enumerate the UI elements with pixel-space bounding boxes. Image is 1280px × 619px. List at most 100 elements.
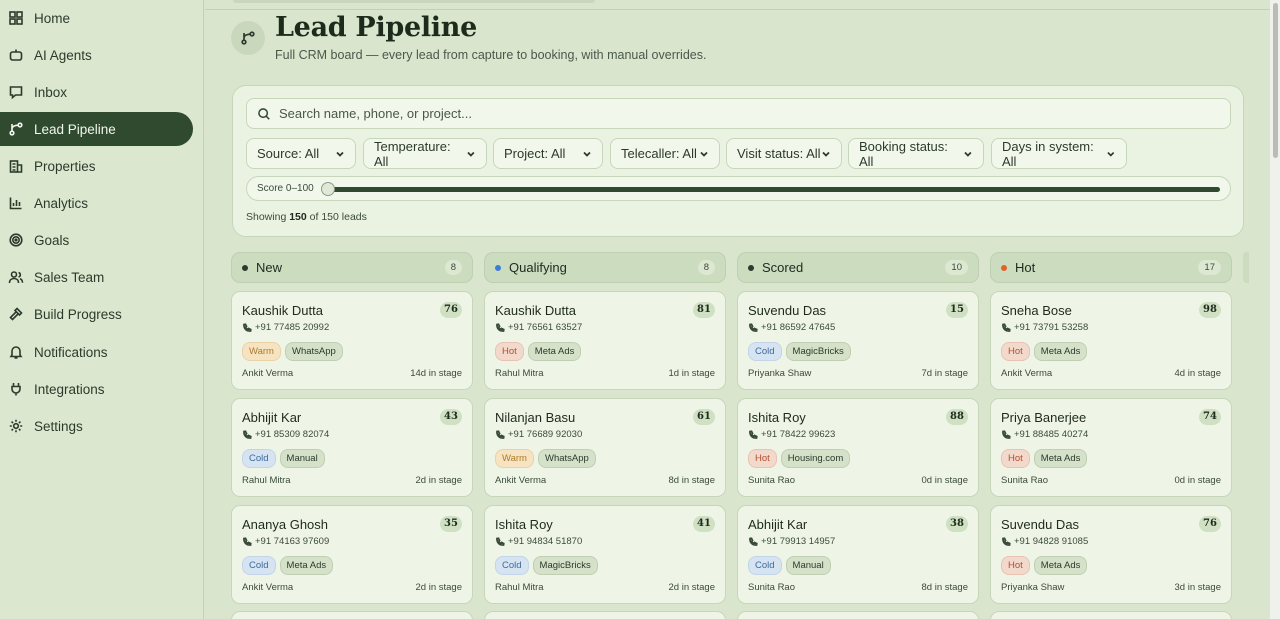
lead-card[interactable]: Abhijit Kar 38 +91 79913 14957 Cold Manual Su… [737,505,979,604]
phone-icon [1002,429,1011,439]
temperature-tag: Hot [1001,449,1030,468]
lead-score-badge: 76 [440,302,462,318]
sidebar-item-label: AI Agents [34,47,92,63]
pipeline-icon [231,21,265,55]
temperature-tag: Cold [242,449,276,468]
lead-card-partial[interactable] [484,611,726,619]
lead-card-partial[interactable] [990,611,1232,619]
search-input[interactable] [279,106,1179,121]
filter-panel: Source: All Temperature: All Project: All T… [232,85,1244,237]
lead-card[interactable]: Suvendu Das 15 +91 86592 47645 Cold MagicBri… [737,291,979,390]
sidebar-item-goals[interactable]: Goals [0,223,193,257]
column-status-dot [1001,264,1007,271]
lead-tags: Warm WhatsApp [495,449,596,468]
lead-tags: Cold MagicBricks [748,342,851,361]
lead-tags: Hot Meta Ads [495,342,582,361]
scrollbar[interactable] [1270,0,1280,619]
search-box[interactable] [246,98,1231,129]
phone-icon [496,429,505,439]
phone-icon [496,536,505,546]
temperature-tag: Cold [748,556,782,575]
lead-card[interactable]: Ishita Roy 88 +91 78422 99623 Hot Housing.co… [737,398,979,497]
hammer-icon [9,307,23,321]
lead-phone-number: +91 73791 53258 [1014,322,1089,333]
lead-tags: Hot Meta Ads [1001,342,1088,361]
lead-score-badge: 61 [693,409,715,425]
column-status-dot [242,264,248,271]
phone-icon [1002,322,1011,332]
lead-phone-number: +91 76689 92030 [508,429,583,440]
lead-card[interactable]: Kaushik Dutta 76 +91 77485 20992 Warm WhatsA… [231,291,473,390]
lead-card[interactable]: Suvendu Das 76 +91 94828 91085 Hot Meta Ads P… [990,505,1232,604]
lead-name: Sneha Bose [1001,303,1072,318]
sidebar-item-properties[interactable]: Properties [0,149,193,183]
sidebar-item-sales-team[interactable]: Sales Team [0,260,193,294]
lead-card[interactable]: Abhijit Kar 43 +91 85309 82074 Cold Manual Ra… [231,398,473,497]
filter-dropdown[interactable]: Booking status: All [848,138,984,169]
lead-card[interactable]: Sneha Bose 98 +91 73791 53258 Hot Meta Ads An… [990,291,1232,390]
lead-card-partial[interactable] [231,611,473,619]
lead-score-badge: 15 [946,302,968,318]
phone-icon [749,322,758,332]
search-icon [258,107,270,120]
lead-score-badge: 35 [440,516,462,532]
lead-phone-number: +91 74163 97609 [255,536,330,547]
showing-prefix: Showing [246,211,287,223]
sidebar-item-label: Sales Team [34,269,105,285]
sidebar-item-notifications[interactable]: Notifications [0,335,193,369]
filter-dropdown[interactable]: Project: All [493,138,603,169]
filter-dropdown[interactable]: Temperature: All [363,138,487,169]
sidebar-item-integrations[interactable]: Integrations [0,372,193,406]
home-icon [9,11,23,25]
lead-card[interactable]: Kaushik Dutta 81 +91 76561 63527 Hot Meta Ad… [484,291,726,390]
chevron-down-icon [964,151,972,157]
score-slider-handle[interactable] [321,182,335,196]
temperature-tag: Hot [495,342,524,361]
sidebar-item-label: Inbox [34,84,68,100]
chevron-down-icon [467,151,475,157]
lead-score-badge: 43 [440,409,462,425]
lead-tags: Cold Manual [748,556,831,575]
lead-card[interactable]: Nilanjan Basu 61 +91 76689 92030 Warm WhatsA… [484,398,726,497]
filter-dropdown[interactable]: Visit status: All [726,138,842,169]
filter-dropdown[interactable]: Days in system: All [991,138,1127,169]
lead-name: Priya Banerjee [1001,410,1087,425]
lead-card-partial[interactable] [737,611,979,619]
score-slider-track[interactable] [327,187,1220,192]
temperature-tag: Hot [1001,342,1030,361]
column-header: Scored 10 [737,252,979,283]
lead-phone-number: +91 79913 14957 [761,536,836,547]
filter-label: Days in system: All [1002,138,1094,169]
source-tag: WhatsApp [537,449,596,468]
lead-phone: +91 76689 92030 [495,429,582,440]
sidebar-item-build-progress[interactable]: Build Progress [0,297,193,331]
lead-owner: Ankit Verma [495,475,547,486]
sidebar-item-lead-pipeline[interactable]: Lead Pipeline [0,112,193,146]
chevron-down-icon [700,151,708,157]
scrollbar-thumb[interactable] [1273,3,1278,158]
filter-dropdown[interactable]: Source: All [246,138,356,169]
sidebar-item-home[interactable]: Home [0,1,193,35]
top-tab-stub [233,0,595,3]
showing-count: Showing 150 of 150 leads [246,211,367,223]
lead-phone-number: +91 94828 91085 [1014,536,1089,547]
sidebar-item-settings[interactable]: Settings [0,409,193,443]
lead-stage-duration: 2d in stage [668,582,715,593]
sidebar-item-analytics[interactable]: Analytics [0,186,193,220]
lead-score-badge: 41 [693,516,715,532]
lead-owner: Ankit Verma [242,368,294,379]
sidebar-item-label: Lead Pipeline [34,121,116,137]
lead-score-badge: 74 [1199,409,1221,425]
sidebar-item-ai-agents[interactable]: AI Agents [0,38,193,72]
source-tag: Meta Ads [1033,342,1088,361]
lead-phone: +91 73791 53258 [1001,322,1088,333]
lead-stage-duration: 14d in stage [410,368,462,379]
pipeline-icon [9,122,23,136]
lead-card[interactable]: Ishita Roy 41 +91 94834 51870 Cold MagicBric… [484,505,726,604]
lead-card[interactable]: Priya Banerjee 74 +91 88485 40274 Hot Meta A… [990,398,1232,497]
lead-card[interactable]: Ananya Ghosh 35 +91 74163 97609 Cold Meta Ad… [231,505,473,604]
filter-dropdown[interactable]: Telecaller: All [610,138,720,169]
lead-phone-number: +91 78422 99623 [761,429,836,440]
sidebar-item-inbox[interactable]: Inbox [0,75,193,109]
lead-owner: Sunita Rao [1001,475,1049,486]
